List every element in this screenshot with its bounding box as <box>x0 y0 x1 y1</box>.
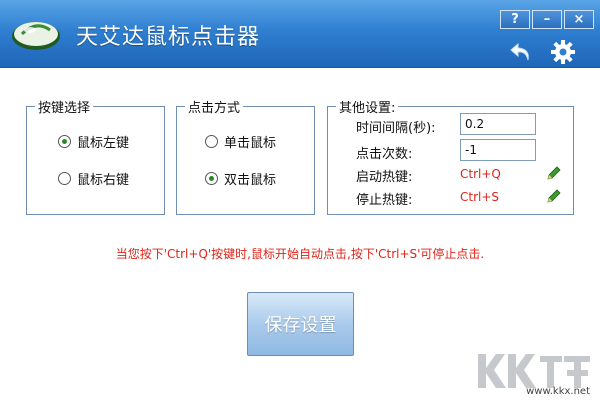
radio-indicator[interactable] <box>205 172 218 185</box>
count-input[interactable] <box>460 139 536 161</box>
radio-single-click[interactable]: 单击鼠标 <box>205 132 276 151</box>
stop-hotkey-value: Ctrl+S <box>460 190 500 204</box>
stop-hotkey-label: 停止热键: <box>356 193 413 208</box>
back-arrow-icon[interactable] <box>508 39 534 65</box>
save-settings-button[interactable]: 保存设置 <box>247 292 354 356</box>
close-button[interactable]: × <box>564 10 594 29</box>
radio-label: 鼠标左键 <box>77 136 130 151</box>
mouse-logo-icon <box>12 22 60 50</box>
radio-right-button[interactable]: 鼠标右键 <box>58 169 129 188</box>
gear-icon[interactable] <box>550 39 576 65</box>
radio-double-click[interactable]: 双击鼠标 <box>205 169 276 188</box>
watermark-url: www.kkx.net <box>526 386 590 397</box>
main-panel: 按键选择 鼠标左键 鼠标右键 点击方式 单击鼠标 双击鼠标 其他设置: 时间间隔… <box>0 69 600 400</box>
count-label: 点击次数: <box>356 147 413 162</box>
key-select-legend: 按键选择 <box>38 101 91 116</box>
radio-indicator[interactable] <box>58 135 71 148</box>
radio-label: 双击鼠标 <box>224 173 277 188</box>
help-button[interactable]: ? <box>500 10 530 29</box>
radio-indicator[interactable] <box>58 172 71 185</box>
interval-label: 时间间隔(秒): <box>356 121 436 136</box>
start-hotkey-value: Ctrl+Q <box>460 167 501 181</box>
edit-start-hotkey-pencil-icon[interactable] <box>546 165 562 181</box>
hint-text: 当您按下'Ctrl+Q'按键时,鼠标开始自动点击,按下'Ctrl+S'可停止点击… <box>115 247 485 261</box>
click-mode-group: 点击方式 <box>176 97 315 215</box>
title-bar[interactable]: 天艾达鼠标点击器 ? – × <box>0 0 600 68</box>
interval-input[interactable] <box>460 113 536 135</box>
minimize-button[interactable]: – <box>532 10 562 29</box>
app-title: 天艾达鼠标点击器 <box>76 25 261 50</box>
radio-label: 单击鼠标 <box>224 136 277 151</box>
key-select-group: 按键选择 <box>26 97 165 215</box>
radio-label: 鼠标右键 <box>77 173 130 188</box>
edit-stop-hotkey-pencil-icon[interactable] <box>546 188 562 204</box>
click-mode-legend: 点击方式 <box>188 101 241 116</box>
start-hotkey-label: 启动热键: <box>356 170 413 185</box>
radio-indicator[interactable] <box>205 135 218 148</box>
radio-left-button[interactable]: 鼠标左键 <box>58 132 129 151</box>
other-settings-legend: 其他设置: <box>339 101 396 116</box>
